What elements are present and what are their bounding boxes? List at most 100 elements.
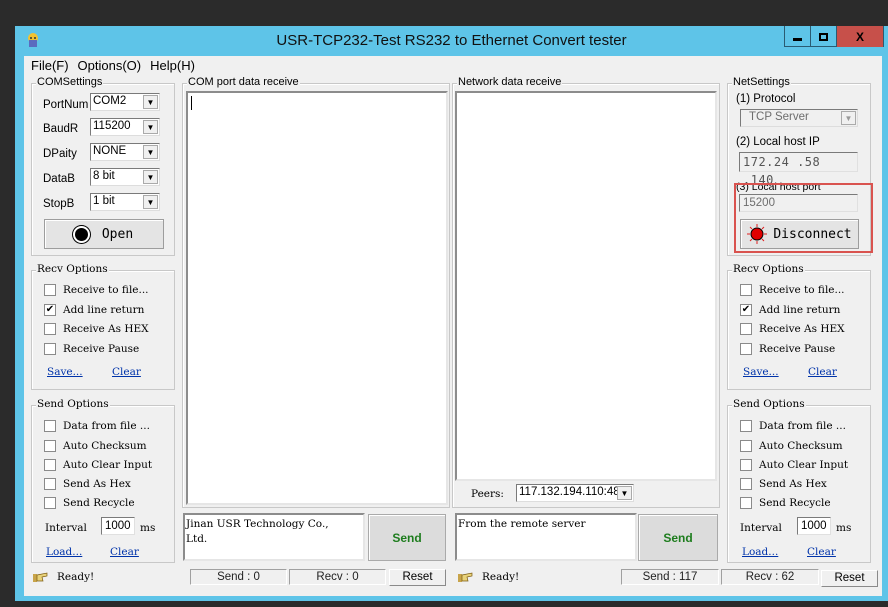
com-recv-options-legend: Recv Options xyxy=(36,263,109,275)
peers-select[interactable]: 117.132.194.110:48 ▼ xyxy=(516,484,634,502)
chevron-down-icon: ▼ xyxy=(143,120,158,134)
local-ip-input[interactable]: 172.24 .58 .140 xyxy=(739,152,858,187)
maximize-button[interactable] xyxy=(811,26,837,47)
baudrate-label: BaudR xyxy=(43,123,79,135)
net-auto-checksum-checkbox[interactable]: Auto Checksum xyxy=(740,440,843,452)
com-save-link[interactable]: Save... xyxy=(47,366,83,378)
com-send-count: Send : 0 xyxy=(190,569,287,585)
menu-options[interactable]: Options(O) xyxy=(75,56,148,76)
net-reset-button[interactable]: Reset xyxy=(821,570,878,587)
text-caret xyxy=(191,96,192,110)
checkmark-icon: ✔ xyxy=(740,304,752,316)
checkbox-icon xyxy=(44,420,56,432)
chevron-down-icon: ▼ xyxy=(143,95,158,109)
port-status-icon xyxy=(74,227,88,241)
checkbox-icon xyxy=(44,323,56,335)
portnum-label: PortNum xyxy=(43,99,89,111)
net-receive-as-hex-checkbox[interactable]: Receive As HEX xyxy=(740,323,845,335)
protocol-select[interactable]: TCP Server ▼ xyxy=(740,109,858,127)
net-recv-count: Recv : 62 xyxy=(721,569,819,585)
net-recv-clear-link[interactable]: Clear xyxy=(808,366,837,378)
databits-select[interactable]: 8 bit ▼ xyxy=(90,168,160,186)
net-receive-legend: Network data receive xyxy=(457,76,563,88)
chevron-down-icon: ▼ xyxy=(143,145,158,159)
net-send-textarea[interactable]: From the remote server xyxy=(455,513,637,561)
checkbox-icon xyxy=(740,343,752,355)
net-send-recycle-checkbox[interactable]: Send Recycle xyxy=(740,497,831,509)
net-data-from-file-checkbox[interactable]: Data from file ... xyxy=(740,420,846,432)
menu-bar: File(F) Options(O) Help(H) xyxy=(24,56,201,76)
net-auto-clear-input-checkbox[interactable]: Auto Clear Input xyxy=(740,459,848,471)
parity-label: DPaity xyxy=(43,148,77,160)
com-interval-input[interactable]: 1000 xyxy=(101,517,135,535)
menu-file[interactable]: File(F) xyxy=(28,56,75,76)
chevron-down-icon: ▼ xyxy=(617,486,632,500)
databits-label: DataB xyxy=(43,173,75,185)
chevron-down-icon: ▼ xyxy=(841,111,856,125)
stopbits-select[interactable]: 1 bit ▼ xyxy=(90,193,160,211)
com-send-as-hex-checkbox[interactable]: Send As Hex xyxy=(44,478,131,490)
checkbox-icon xyxy=(740,440,752,452)
chevron-down-icon: ▼ xyxy=(143,170,158,184)
parity-select[interactable]: NONE ▼ xyxy=(90,143,160,161)
window-title: USR-TCP232-Test RS232 to Ethernet Conver… xyxy=(276,32,627,49)
net-send-as-hex-checkbox[interactable]: Send As Hex xyxy=(740,478,827,490)
com-reset-button[interactable]: Reset xyxy=(389,569,446,586)
com-send-clear-link[interactable]: Clear xyxy=(110,546,139,558)
client-area: File(F) Options(O) Help(H) COMSettings P… xyxy=(24,56,882,596)
net-interval-input[interactable]: 1000 xyxy=(797,517,831,535)
net-send-count: Send : 117 xyxy=(621,569,719,585)
checkbox-icon xyxy=(44,343,56,355)
com-receive-pause-checkbox[interactable]: Receive Pause xyxy=(44,343,139,355)
portnum-select[interactable]: COM2 ▼ xyxy=(90,93,160,111)
stopbits-label: StopB xyxy=(43,198,75,210)
com-send-textarea[interactable]: Jinan USR Technology Co., Ltd. xyxy=(183,513,365,561)
net-send-clear-link[interactable]: Clear xyxy=(807,546,836,558)
checkbox-icon xyxy=(44,440,56,452)
net-save-link[interactable]: Save... xyxy=(743,366,779,378)
checkbox-icon xyxy=(740,478,752,490)
net-recv-options-legend: Recv Options xyxy=(732,263,805,275)
com-recv-clear-link[interactable]: Clear xyxy=(112,366,141,378)
checkbox-icon xyxy=(44,284,56,296)
com-receive-as-hex-checkbox[interactable]: Receive As HEX xyxy=(44,323,149,335)
com-send-recycle-checkbox[interactable]: Send Recycle xyxy=(44,497,135,509)
open-port-button[interactable]: Open xyxy=(44,219,164,249)
com-settings-legend: COMSettings xyxy=(36,76,104,88)
com-add-line-return-checkbox[interactable]: ✔ Add line return xyxy=(44,304,144,316)
menu-help[interactable]: Help(H) xyxy=(147,56,201,76)
title-bar[interactable]: USR-TCP232-Test RS232 to Ethernet Conver… xyxy=(15,26,888,56)
checkmark-icon: ✔ xyxy=(44,304,56,316)
checkbox-icon xyxy=(44,478,56,490)
com-receive-textarea[interactable] xyxy=(186,91,448,505)
net-send-button[interactable]: Send xyxy=(638,514,718,561)
com-recv-count: Recv : 0 xyxy=(289,569,386,585)
net-load-link[interactable]: Load... xyxy=(742,546,778,558)
net-receive-textarea[interactable] xyxy=(455,91,717,481)
com-interval-label: Interval xyxy=(45,522,87,534)
peers-label: Peers: xyxy=(471,488,504,500)
minimize-icon xyxy=(793,37,802,41)
com-auto-checksum-checkbox[interactable]: Auto Checksum xyxy=(44,440,147,452)
checkbox-icon xyxy=(740,459,752,471)
highlight-box xyxy=(734,183,873,253)
com-load-link[interactable]: Load... xyxy=(46,546,82,558)
com-send-button[interactable]: Send xyxy=(368,514,446,561)
net-receive-to-file-checkbox[interactable]: Receive to file... xyxy=(740,284,845,296)
com-receive-to-file-checkbox[interactable]: Receive to file... xyxy=(44,284,149,296)
checkbox-icon xyxy=(740,323,752,335)
close-button[interactable]: X xyxy=(837,26,883,47)
checkbox-icon xyxy=(740,420,752,432)
minimize-button[interactable] xyxy=(785,26,811,47)
net-add-line-return-checkbox[interactable]: ✔ Add line return xyxy=(740,304,840,316)
close-icon: X xyxy=(855,29,864,44)
net-interval-unit: ms xyxy=(836,522,852,534)
net-ready-status: Ready! xyxy=(458,571,519,583)
chevron-down-icon: ▼ xyxy=(143,195,158,209)
net-interval-label: Interval xyxy=(740,522,782,534)
com-auto-clear-input-checkbox[interactable]: Auto Clear Input xyxy=(44,459,152,471)
com-receive-legend: COM port data receive xyxy=(187,76,300,88)
baudrate-select[interactable]: 115200 ▼ xyxy=(90,118,160,136)
com-data-from-file-checkbox[interactable]: Data from file ... xyxy=(44,420,150,432)
net-receive-pause-checkbox[interactable]: Receive Pause xyxy=(740,343,835,355)
